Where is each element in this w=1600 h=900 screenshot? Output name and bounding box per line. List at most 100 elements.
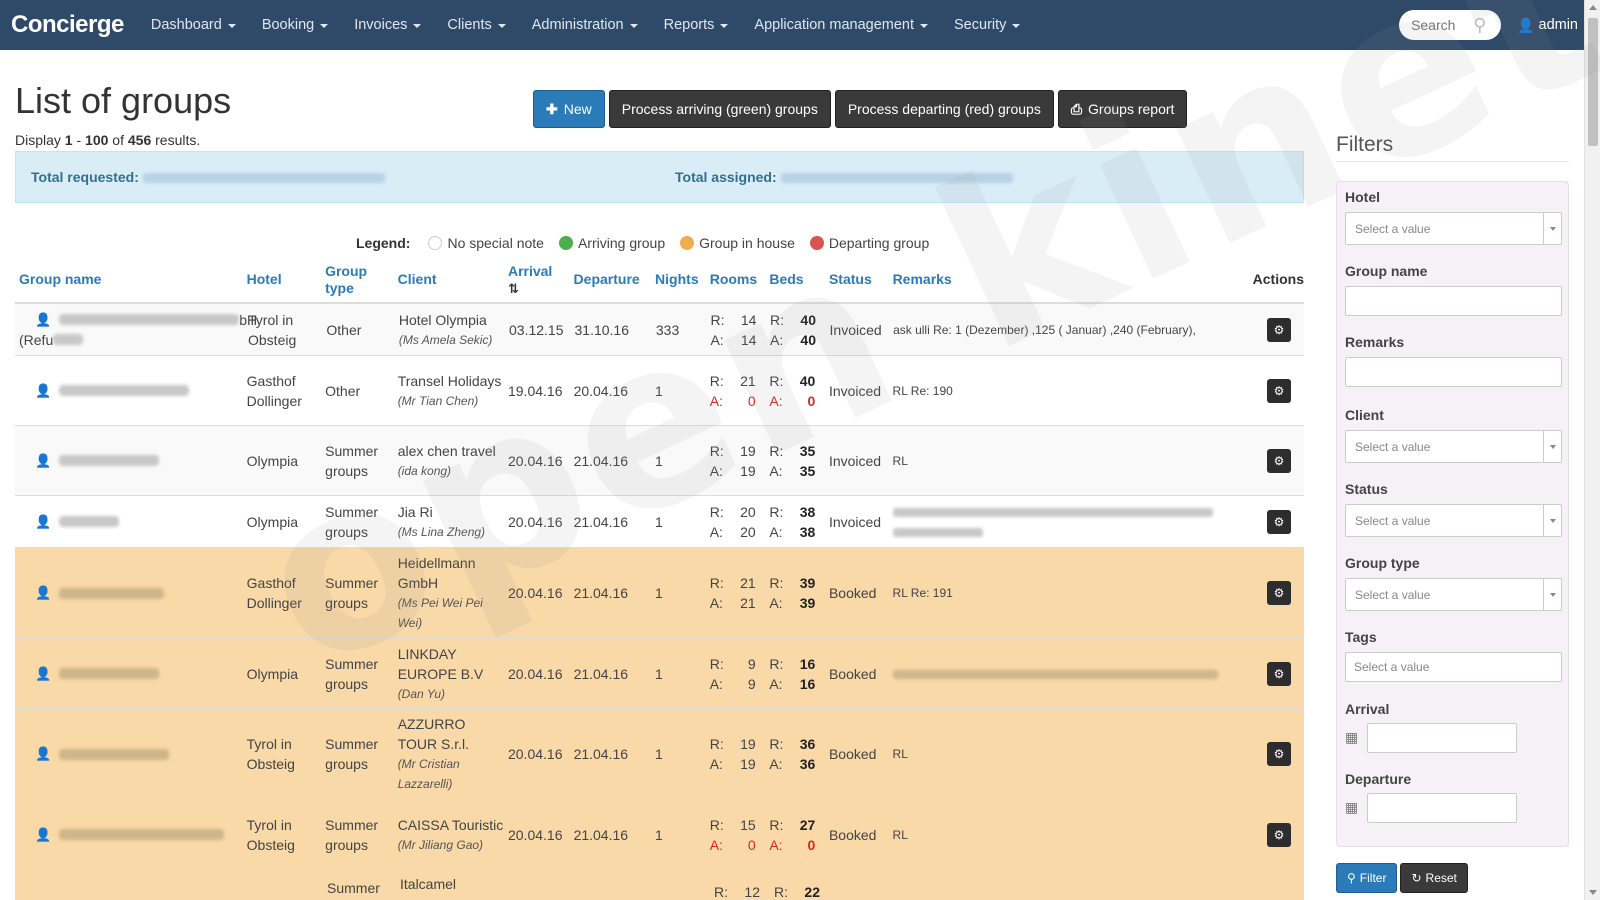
table-row[interactable]: 👤 Olympia Summer groups alex chen travel… [15,426,1304,496]
chevron-down-icon[interactable] [1543,579,1561,610]
brand-logo[interactable]: Concierge [11,11,124,39]
gear-icon[interactable]: ⚙ [1267,378,1291,403]
groups-table: Group name Hotel Group type Client Arriv… [15,257,1304,900]
table-row[interactable]: 👤 Olympia Summer groups LINKDAY EUROPE B… [15,639,1304,709]
group-name-cell[interactable]: 👤 [15,381,247,401]
gear-icon[interactable]: ⚙ [1267,822,1291,847]
filter-arrival-input[interactable] [1367,723,1517,753]
chevron-down-icon[interactable] [1543,505,1561,536]
col-status[interactable]: Status [829,271,893,288]
client-cell: Italcamel [400,876,457,892]
search-input[interactable] [1411,17,1474,33]
nav-dashboard[interactable]: Dashboard [138,0,249,50]
print-icon: ⎙ [1070,100,1083,117]
table-row[interactable]: 👤 Gasthof Dollinger Summer groups Heidel… [15,548,1304,639]
user-icon: 👤 [35,513,52,529]
calendar-icon[interactable]: ▦ [1345,729,1358,746]
nav-application-management[interactable]: Application management [741,0,941,50]
hotel-cell: Tyrol in Obsteig [248,311,297,348]
client-cell: Heidellmann GmbH (Ms Pei Wei Pei Wei) [397,555,483,630]
chevron-down-icon[interactable] [1543,213,1561,244]
groups-report-button[interactable]: ⎙ Groups report [1057,90,1188,128]
col-group-type[interactable]: Group type [325,263,398,297]
beds-cell: R: 40 A: 40 [770,311,816,348]
beds-cell: R: 38 A: 38 [769,503,816,540]
filter-remarks-input[interactable] [1345,357,1562,387]
actions-cell: ⚙ [1235,509,1304,534]
user-icon: 👤 [35,585,52,600]
group-name-cell[interactable]: 👤 [15,825,247,845]
col-beds[interactable]: Beds [769,271,829,288]
col-departure[interactable]: Departure [574,271,656,288]
filter-button[interactable]: ⚲ Filter [1336,863,1398,893]
gear-icon[interactable]: ⚙ [1267,509,1291,534]
table-row[interactable]: 👤 Tyrol in Obsteig Summer groups CAISSA … [15,800,1304,870]
group-name-cell[interactable]: 👤 [15,664,247,684]
col-remarks[interactable]: Remarks [893,271,1236,288]
search-box[interactable]: ⚲ [1399,10,1502,40]
scroll-down-icon[interactable] [1589,890,1597,895]
filter-group-name-input[interactable] [1345,286,1562,316]
filter-client-select[interactable]: Select a value [1345,430,1562,463]
chevron-down-icon[interactable] [1543,431,1561,462]
filter-group-type-select[interactable]: Select a value [1345,578,1562,611]
filter-status-select[interactable]: Select a value [1345,504,1562,537]
nav-administration[interactable]: Administration [519,0,651,50]
table-row[interactable]: Summer Italcamel R: 12 R: 22 [15,870,1304,900]
gear-icon[interactable]: ⚙ [1267,448,1291,473]
gear-icon[interactable]: ⚙ [1267,581,1291,605]
gear-icon[interactable]: ⚙ [1267,317,1292,342]
hotel-cell: Olympia [246,513,299,530]
filter-hotel-select[interactable]: Select a value [1345,212,1562,245]
group-name-cell[interactable]: 👤 [15,451,247,471]
nav-invoices[interactable]: Invoices [341,0,434,50]
table-row[interactable]: 👤 Olympia Summer groups Jia Ri (Ms Lina Z… [15,496,1304,548]
col-hotel[interactable]: Hotel [247,271,326,288]
scrollbar-thumb[interactable] [1588,18,1598,146]
filter-remarks-label: Remarks [1345,334,1405,350]
col-rooms[interactable]: Rooms [710,271,770,288]
group-name-cell[interactable]: 👤 [15,744,247,764]
nav-booking[interactable]: Booking [249,0,341,50]
beds-cell: R: 40 A: 0 [769,372,816,409]
gear-icon[interactable]: ⚙ [1267,742,1291,766]
reset-button[interactable]: ↻ Reset [1400,863,1468,893]
user-menu[interactable]: 👤 admin [1517,17,1578,34]
col-client[interactable]: Client [398,271,508,288]
filter-status-label: Status [1345,481,1388,497]
nav-clients[interactable]: Clients [434,0,518,50]
nights-cell: 1 [655,452,663,469]
arrival-cell: 20.04.16 [507,513,563,530]
scroll-up-icon[interactable] [1589,5,1597,10]
nav-security[interactable]: Security [941,0,1033,50]
total-assigned: Total assigned: [675,169,1013,185]
table-row[interactable]: 👤 bH (Refu Tyrol in Obsteig Other Hotel O… [15,304,1304,356]
new-group-button[interactable]: ✚ New [533,90,605,128]
page-scrollbar[interactable] [1584,0,1600,900]
caret-down-icon [629,24,638,28]
process-arriving-button[interactable]: Process arriving (green) groups [608,90,831,128]
group-name-cell[interactable]: 👤 bH (Refu [15,310,257,350]
arrival-cell: 19.04.16 [507,382,563,399]
table-row[interactable]: 👤 Gasthof Dollinger Other Transel Holida… [15,356,1304,426]
nav-reports[interactable]: Reports [651,0,742,50]
col-nights[interactable]: Nights [655,271,710,288]
departure-cell: 20.04.16 [573,382,629,399]
status-cell: Booked [828,585,877,601]
col-group-name[interactable]: Group name [15,271,247,288]
filter-group-name-label: Group name [1345,263,1428,279]
group-type-cell: Summer groups [325,503,379,540]
user-icon: 👤 [35,746,52,761]
totals-panel: Total requested: Total assigned: [15,151,1304,203]
gear-icon[interactable]: ⚙ [1267,661,1291,686]
calendar-icon[interactable]: ▦ [1345,799,1358,816]
sort-asc-icon[interactable]: ⇅ [508,280,574,297]
group-name-cell[interactable]: 👤 [15,583,247,603]
col-arrival[interactable]: Arrival ⇅ [508,263,574,297]
filter-departure-input[interactable] [1367,793,1517,823]
group-name-cell[interactable]: 👤 [15,512,247,532]
process-departing-button[interactable]: Process departing (red) groups [834,90,1054,128]
table-row[interactable]: 👤 Tyrol in Obsteig Summer groups AZZURRO… [15,709,1304,800]
search-icon[interactable]: ⚲ [1473,15,1486,36]
filter-tags-input[interactable]: Select a value [1345,652,1562,682]
